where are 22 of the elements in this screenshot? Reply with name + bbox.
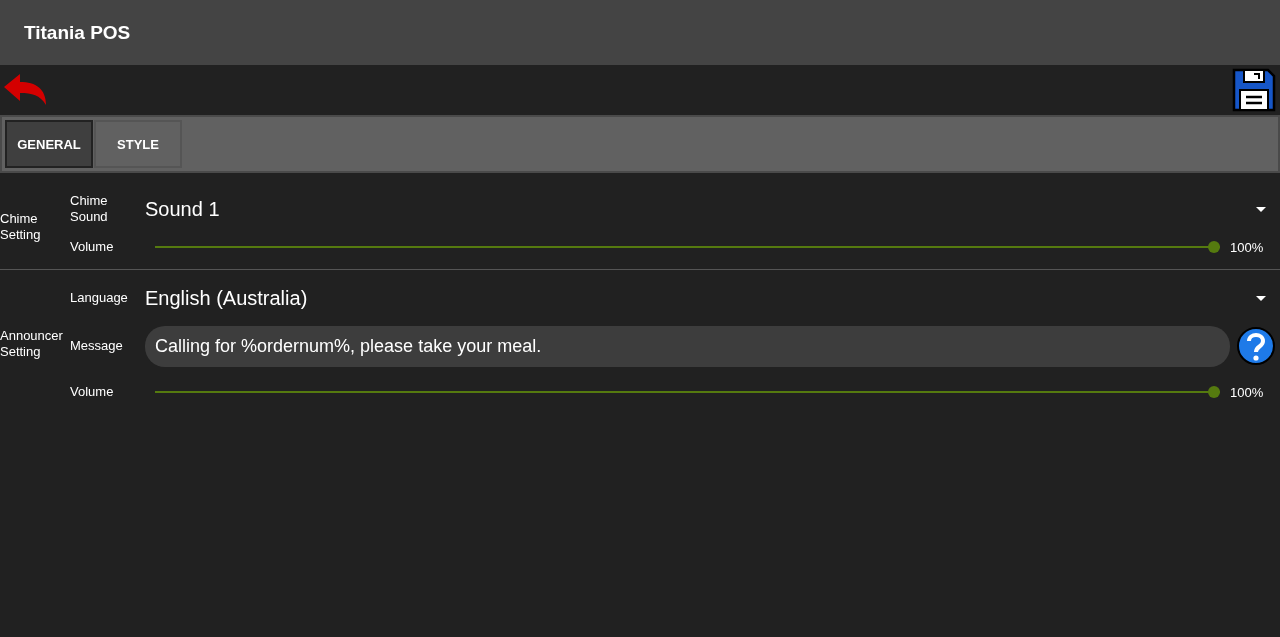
save-icon[interactable]	[1232, 68, 1276, 112]
section-title: Chime Setting	[0, 211, 42, 243]
help-icon[interactable]	[1236, 326, 1276, 366]
volume-reading: 100%	[1230, 384, 1265, 400]
slider-thumb[interactable]	[1208, 241, 1220, 253]
volume-reading: 100%	[1230, 239, 1265, 255]
section-title: Announcer Setting	[0, 328, 64, 360]
field-label: Message	[70, 338, 124, 354]
field-label: Volume	[70, 239, 115, 255]
field-label: Chime Sound	[70, 193, 109, 225]
caret-icon	[1256, 206, 1266, 212]
message-field[interactable]: Calling for %ordernum%, please take your meal.	[145, 325, 1230, 367]
caret-icon	[1256, 295, 1266, 301]
back-icon[interactable]	[4, 73, 48, 107]
tab[interactable]: STYLE	[94, 120, 182, 168]
dropdown[interactable]: Sound 1	[145, 189, 1280, 229]
dropdown[interactable]: English (Australia)	[145, 278, 1280, 318]
field-label: Volume	[70, 384, 115, 400]
app-title: Titania POS	[24, 21, 131, 44]
field-label: Language	[70, 290, 129, 306]
slider-thumb[interactable]	[1208, 386, 1220, 398]
tab[interactable]: GENERAL	[5, 120, 93, 168]
